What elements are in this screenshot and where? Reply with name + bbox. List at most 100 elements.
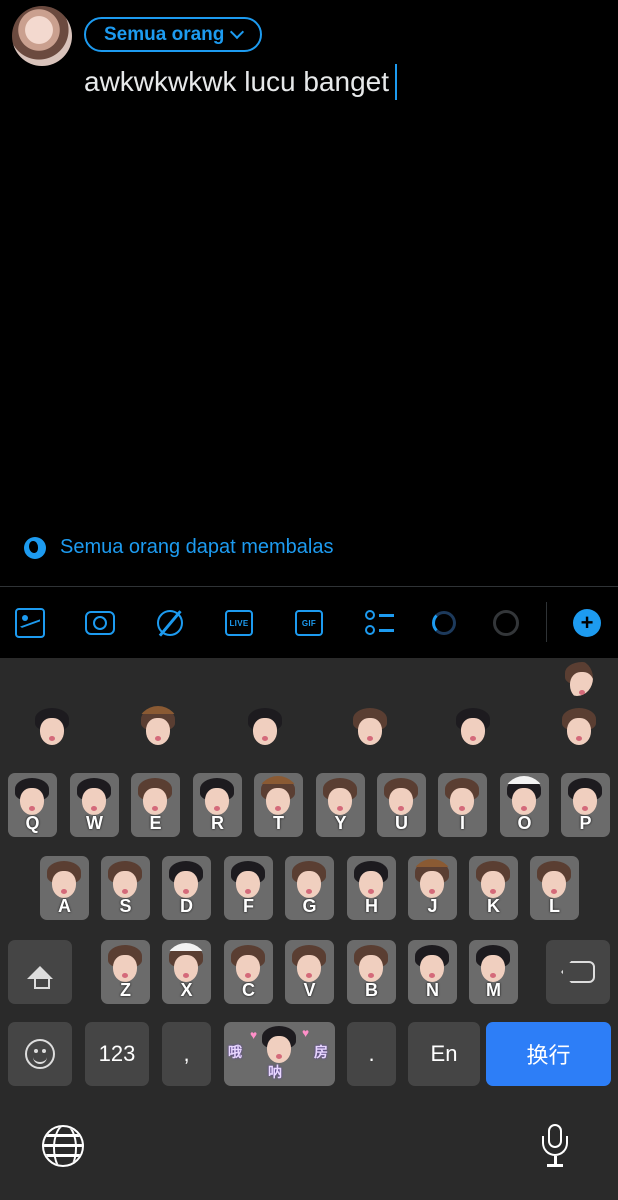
sticker-suggestion[interactable]: [31, 706, 73, 748]
key-label: Q: [25, 813, 40, 833]
key-label: S: [119, 896, 132, 916]
key-z[interactable]: Z: [101, 940, 150, 1004]
sticker-suggestion[interactable]: [349, 706, 391, 748]
key-label: A: [58, 896, 71, 916]
language-key-label: En: [430, 1041, 458, 1066]
key-a[interactable]: A: [40, 856, 89, 920]
keyboard: Q W E R T Y U I O P A S D F G H J K L Z …: [0, 658, 618, 1200]
globe-icon: [24, 536, 46, 559]
sticker-suggestion[interactable]: [561, 660, 593, 696]
key-x[interactable]: X: [162, 940, 211, 1004]
period-key[interactable]: .: [347, 1022, 396, 1086]
key-label: I: [459, 813, 465, 833]
reply-setting-button[interactable]: Semua orang dapat membalas: [24, 536, 334, 559]
sticker-suggestion[interactable]: [244, 706, 286, 748]
key-p[interactable]: P: [561, 773, 610, 837]
backspace-icon: [561, 961, 595, 983]
live-icon-label: LIVE: [229, 618, 249, 628]
key-v[interactable]: V: [285, 940, 334, 1004]
key-b[interactable]: B: [347, 940, 396, 1004]
image-icon[interactable]: [15, 608, 45, 638]
toolbar-divider: [546, 602, 547, 642]
backspace-key[interactable]: [546, 940, 610, 1004]
key-s[interactable]: S: [101, 856, 150, 920]
chevron-down-icon: [230, 24, 245, 40]
key-label: N: [426, 980, 439, 1000]
key-label: E: [149, 813, 162, 833]
compose-toolbar: LIVE GIF +: [0, 592, 618, 654]
space-sticker-text: 房: [314, 1044, 328, 1060]
key-f[interactable]: F: [224, 856, 273, 920]
key-m[interactable]: M: [469, 940, 518, 1004]
key-t[interactable]: T: [254, 773, 303, 837]
key-label: F: [243, 896, 254, 916]
audience-selector-button[interactable]: Semua orang: [84, 17, 263, 52]
key-y[interactable]: Y: [316, 773, 365, 837]
language-key[interactable]: En: [408, 1022, 480, 1086]
space-sticker-text: 呐: [268, 1064, 282, 1080]
key-j[interactable]: J: [408, 856, 457, 920]
space-key[interactable]: ♥ ♥ 哦 呐 房: [224, 1022, 335, 1086]
emoji-icon: [25, 1039, 55, 1069]
key-label: O: [517, 813, 532, 833]
sticker-suggestion[interactable]: [137, 706, 179, 748]
key-h[interactable]: H: [347, 856, 396, 920]
add-thread-button[interactable]: +: [573, 609, 601, 637]
microphone-icon[interactable]: [540, 1124, 570, 1168]
enter-key[interactable]: 换行: [486, 1022, 611, 1086]
key-label: K: [487, 896, 500, 916]
key-label: P: [579, 813, 592, 833]
key-k[interactable]: K: [469, 856, 518, 920]
key-label: W: [86, 813, 103, 833]
key-label: V: [303, 980, 316, 1000]
key-label: Y: [334, 813, 347, 833]
numbers-key-label: 123: [98, 1041, 136, 1066]
shift-key[interactable]: [8, 940, 72, 1004]
numbers-key[interactable]: 123: [85, 1022, 149, 1086]
key-o[interactable]: O: [500, 773, 549, 837]
key-q[interactable]: Q: [8, 773, 57, 837]
enter-key-label: 换行: [526, 1043, 571, 1068]
space-sticker-text: 哦: [228, 1044, 242, 1060]
text-cursor: [395, 64, 398, 100]
key-label: T: [273, 813, 284, 833]
key-r[interactable]: R: [193, 773, 242, 837]
key-i[interactable]: I: [438, 773, 487, 837]
user-avatar[interactable]: [12, 6, 72, 66]
key-label: X: [180, 980, 193, 1000]
key-label: L: [549, 896, 560, 916]
poll-icon[interactable]: [365, 608, 395, 638]
key-u[interactable]: U: [377, 773, 426, 837]
gif-icon[interactable]: GIF: [295, 610, 323, 636]
heart-icon: ♥: [250, 1028, 258, 1042]
sticker-suggestion[interactable]: [452, 706, 494, 748]
key-label: H: [365, 896, 378, 916]
key-c[interactable]: C: [224, 940, 273, 1004]
live-icon[interactable]: LIVE: [225, 610, 253, 636]
key-label: U: [395, 813, 408, 833]
camera-icon[interactable]: [85, 611, 115, 635]
divider: [0, 586, 618, 587]
compose-text-value: awkwkwkwk lucu banget: [84, 66, 390, 97]
comma-key-label: ,: [183, 1041, 190, 1066]
key-w[interactable]: W: [70, 773, 119, 837]
key-label: G: [302, 896, 317, 916]
key-e[interactable]: E: [131, 773, 180, 837]
gif-icon-label: GIF: [301, 618, 317, 628]
circle-slash-icon[interactable]: [155, 608, 185, 638]
key-l[interactable]: L: [530, 856, 579, 920]
location-icon[interactable]: [432, 611, 456, 635]
sticker-suggestion[interactable]: [558, 706, 600, 748]
key-label: B: [365, 980, 378, 1000]
key-n[interactable]: N: [408, 940, 457, 1004]
character-count-ring: [493, 610, 519, 636]
key-label: J: [427, 896, 438, 916]
audience-label: Semua orang: [104, 23, 225, 45]
key-d[interactable]: D: [162, 856, 211, 920]
emoji-key[interactable]: [8, 1022, 72, 1086]
plus-icon: +: [580, 610, 594, 635]
key-g[interactable]: G: [285, 856, 334, 920]
compose-text-input[interactable]: awkwkwkwk lucu banget: [84, 64, 398, 100]
comma-key[interactable]: ,: [162, 1022, 211, 1086]
globe-icon[interactable]: [42, 1125, 84, 1167]
